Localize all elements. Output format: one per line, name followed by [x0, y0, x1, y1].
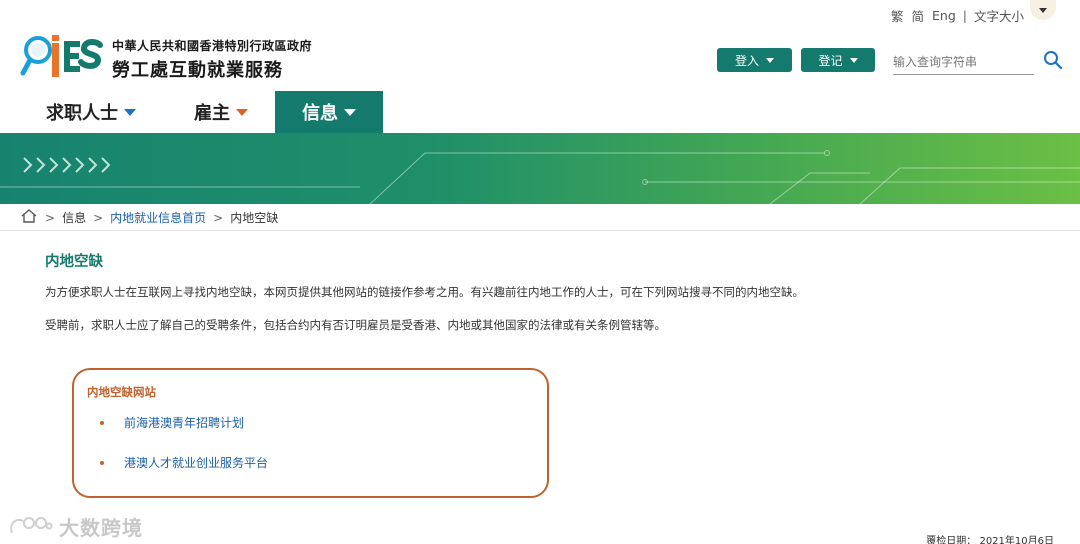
- watermark-text: 大数跨境: [59, 516, 143, 540]
- logo-text: 中華人民共和國香港特別行政區政府 勞工處互動就業服務: [112, 37, 312, 82]
- box-title: 内地空缺网站: [87, 385, 156, 399]
- home-icon[interactable]: [20, 208, 38, 227]
- logo-service-line: 勞工處互動就業服務: [112, 59, 283, 81]
- register-label: 登记: [818, 53, 843, 68]
- banner-circuit-lines: [0, 150, 1080, 204]
- lang-english-link[interactable]: Eng: [932, 8, 956, 23]
- caret-down-icon: [849, 57, 858, 63]
- login-label: 登入: [734, 53, 759, 68]
- bullet-icon: [100, 460, 104, 465]
- utility-bar: 繁 简 Eng | 文字大小: [883, 6, 1024, 25]
- review-date: 覆检日期： 2021年10月6日: [926, 536, 1054, 544]
- utility-separator: |: [962, 8, 967, 23]
- nav-item-information[interactable]: 信息: [275, 91, 383, 133]
- breadcrumb-information[interactable]: 信息: [62, 209, 86, 226]
- list-item: 港澳人才就业创业服务平台: [100, 454, 268, 471]
- breadcrumb: > 信息 > 内地就业信息首页 > 内地空缺: [0, 205, 1080, 231]
- link-qianhai-recruitment[interactable]: 前海港澳青年招聘计划: [124, 414, 244, 431]
- nav-label: 求职人士: [46, 103, 118, 124]
- bullet-icon: [100, 420, 104, 425]
- caret-down-icon: [344, 108, 356, 116]
- breadcrumb-separator: >: [45, 210, 56, 225]
- nav-label: 雇主: [194, 103, 230, 124]
- search-input[interactable]: 输入查询字符串: [893, 49, 1034, 75]
- nav-label: 信息: [302, 103, 338, 124]
- search-icon[interactable]: [1043, 50, 1063, 70]
- notice-paragraph: 受聘前，求职人士应了解自己的受聘条件，包括合约内有否订明雇员是受香港、内地或其他…: [45, 318, 666, 332]
- link-hk-macao-talent-platform[interactable]: 港澳人才就业创业服务平台: [124, 454, 268, 471]
- font-size-label: 文字大小: [973, 9, 1024, 24]
- intro-paragraph: 为方便求职人士在互联网上寻找内地空缺，本网页提供其他网站的链接作参考之用。有兴趣…: [45, 285, 804, 299]
- page-title: 内地空缺: [45, 254, 103, 270]
- search-placeholder: 输入查询字符串: [893, 55, 978, 69]
- logo-government-line: 中華人民共和國香港特別行政區政府: [112, 38, 313, 53]
- hero-banner: [0, 133, 1080, 204]
- caret-down-icon: [766, 57, 774, 63]
- main-nav: 求职人士 雇主 信息: [0, 91, 383, 133]
- lang-traditional-link[interactable]: 繁: [891, 6, 904, 25]
- breadcrumb-current: 内地空缺: [230, 211, 279, 225]
- site-logo[interactable]: 中華人民共和國香港特別行政區政府 勞工處互動就業服務: [20, 33, 312, 85]
- list-item: 前海港澳青年招聘计划: [100, 414, 244, 431]
- caret-down-icon: [124, 108, 136, 116]
- login-button[interactable]: 登入: [717, 48, 792, 72]
- breadcrumb-separator: >: [213, 210, 224, 225]
- watermark-logo-icon: [9, 515, 53, 539]
- ies-logo-icon: [20, 33, 104, 85]
- caret-down-icon: [1039, 7, 1047, 13]
- caret-down-icon: [236, 108, 248, 116]
- breadcrumb-mainland-home[interactable]: 内地就业信息首页: [110, 209, 206, 226]
- lang-simplified-link[interactable]: 简: [911, 6, 924, 25]
- nav-item-jobseekers[interactable]: 求职人士: [0, 91, 170, 133]
- font-size-toggle[interactable]: [1030, 0, 1056, 20]
- vacancy-websites-box: 内地空缺网站 前海港澳青年招聘计划 港澳人才就业创业服务平台: [72, 368, 549, 498]
- breadcrumb-separator: >: [93, 210, 104, 225]
- register-button[interactable]: 登记: [801, 48, 875, 72]
- watermark: 大数跨境: [9, 512, 143, 541]
- nav-item-employers[interactable]: 雇主: [170, 91, 275, 133]
